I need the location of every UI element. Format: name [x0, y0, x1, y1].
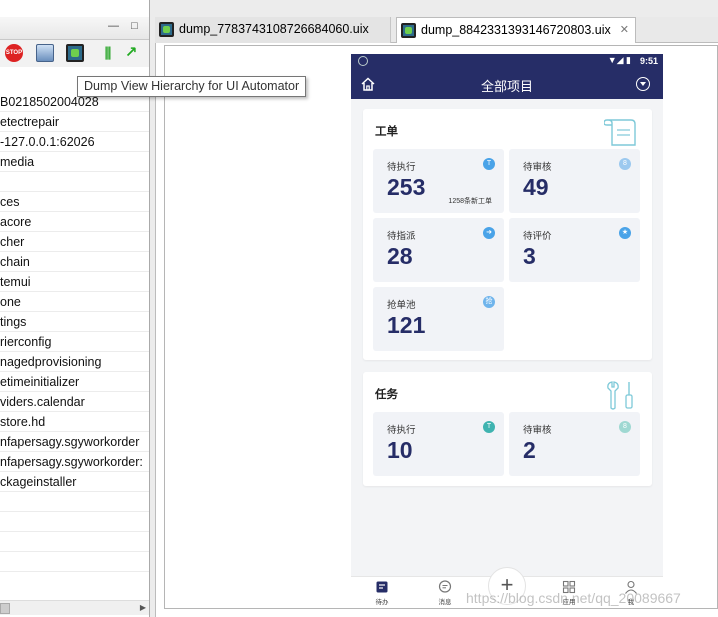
tab-label: dump_8842331393146720803.uix: [421, 23, 611, 37]
stat-card[interactable]: 待执行 253 T 1258条新工单: [373, 149, 504, 213]
maximize-button[interactable]: □: [129, 21, 140, 32]
card-label: 待评价: [523, 231, 552, 242]
card-value: 10: [387, 437, 413, 463]
nav-label: 待办: [375, 599, 389, 606]
uix-file-icon: [159, 22, 174, 37]
arrow-trend-icon[interactable]: ↗: [122, 44, 140, 62]
card-label: 待指派: [387, 231, 416, 242]
card-badge-icon: ➜: [483, 227, 495, 239]
stat-card[interactable]: 抢单池 121 抢: [373, 287, 504, 351]
tree-row[interactable]: viders.calendar: [0, 392, 149, 412]
status-time: 9:51: [639, 56, 658, 66]
tab-label: dump_7783743108726684060.uix: [179, 22, 369, 36]
message-icon: [438, 580, 452, 593]
status-bar: ▼◢ ▮ 9:51: [351, 54, 663, 69]
stat-card[interactable]: 待指派 28 ➜: [373, 218, 504, 282]
tree-row[interactable]: tings: [0, 312, 149, 332]
tree-row[interactable]: media: [0, 152, 149, 172]
device-process-list: B0218502004028 etectrepair -127.0.0.1:6202…: [0, 92, 149, 572]
stat-card[interactable]: 待审核 2 8: [509, 412, 640, 476]
stat-card[interactable]: 待审核 49 8: [509, 149, 640, 213]
stat-card[interactable]: 待执行 10 T: [373, 412, 504, 476]
card-value: 49: [523, 174, 549, 200]
close-icon[interactable]: ✕: [620, 18, 629, 43]
card-value: 253: [387, 174, 426, 200]
tree-row[interactable]: -127.0.0.1:62026: [0, 132, 149, 152]
tree-row[interactable]: cher: [0, 232, 149, 252]
horizontal-scrollbar[interactable]: ▶: [0, 600, 149, 615]
tree-row[interactable]: etimeinitializer: [0, 372, 149, 392]
tree-row[interactable]: store.hd: [0, 412, 149, 432]
nav-item-todo[interactable]: 待办: [362, 580, 402, 606]
card-badge-icon: 抢: [483, 296, 495, 308]
card-badge-icon: T: [483, 158, 495, 170]
panel-tab-strip: [0, 17, 149, 40]
tree-row[interactable]: temui: [0, 272, 149, 292]
notification-icon: [358, 56, 368, 66]
dump-hierarchy-icon[interactable]: [66, 44, 84, 62]
screenshot-camera-icon[interactable]: [36, 44, 54, 62]
task-section: 任务 待执行 10 T 待审核 2 8: [363, 372, 652, 486]
tools-icon: [607, 381, 633, 410]
nav-item-messages[interactable]: 消息: [425, 580, 465, 606]
tree-row[interactable]: [0, 172, 149, 192]
page-title: 全部项目: [480, 79, 533, 94]
workorder-section: 工单 待执行 253 T 1258条新工单 待审核 49 8 待指派 28 ➜ 待评价 3 ★ 抢单池 12…: [363, 109, 652, 360]
section-title: 工单: [375, 126, 398, 138]
tab-dump-2[interactable]: dump_8842331393146720803.uix ✕: [396, 17, 636, 44]
tree-row[interactable]: rierconfig: [0, 332, 149, 352]
tree-row[interactable]: etectrepair: [0, 112, 149, 132]
stat-card[interactable]: 待评价 3 ★: [509, 218, 640, 282]
tree-row[interactable]: one: [0, 292, 149, 312]
scrollbar-thumb[interactable]: [0, 603, 10, 614]
chevron-down-icon[interactable]: [636, 77, 650, 91]
device-screenshot[interactable]: ▼◢ ▮ 9:51 全部项目 工单 待执行 253 T 1258条新工单 待审核 49 8 待…: [351, 54, 663, 607]
card-badge-icon: 8: [619, 158, 631, 170]
card-value: 3: [523, 243, 536, 269]
card-badge-icon: T: [483, 421, 495, 433]
minimize-button[interactable]: —: [108, 21, 119, 32]
editor-tab-bar: dump_7783743108726684060.uix dump_884233…: [155, 17, 718, 44]
todo-icon: [376, 581, 388, 593]
card-value: 28: [387, 243, 413, 269]
card-label: 待执行: [387, 162, 416, 173]
watermark: https://blog.csdn.net/qq_20089667: [466, 590, 681, 606]
card-note: 1258条新工单: [448, 198, 492, 205]
signal-battery-icon: ▼◢ ▮: [607, 55, 631, 65]
tree-view-icon[interactable]: ⫼: [99, 44, 117, 62]
scroll-right-arrow-icon[interactable]: ▶: [140, 603, 146, 612]
tree-row[interactable]: [0, 492, 149, 512]
tree-row[interactable]: [0, 532, 149, 552]
card-label: 待执行: [387, 425, 416, 436]
section-title: 任务: [375, 389, 398, 401]
card-label: 待审核: [523, 425, 552, 436]
card-value: 2: [523, 437, 536, 463]
card-label: 待审核: [523, 162, 552, 173]
card-badge-icon: 8: [619, 421, 631, 433]
tree-row[interactable]: [0, 552, 149, 572]
tree-row[interactable]: nagedprovisioning: [0, 352, 149, 372]
tree-row[interactable]: chain: [0, 252, 149, 272]
tree-row[interactable]: [0, 512, 149, 532]
nav-label: 消息: [438, 599, 452, 606]
tab-dump-1[interactable]: dump_7783743108726684060.uix: [155, 17, 391, 43]
app-header: 全部项目: [351, 69, 663, 99]
card-label: 抢单池: [387, 300, 416, 311]
stop-icon[interactable]: STOP: [5, 44, 23, 62]
tree-row[interactable]: ces: [0, 192, 149, 212]
tree-row[interactable]: nfapersagy.sgyworkorder: [0, 432, 149, 452]
tree-row[interactable]: ckageinstaller: [0, 472, 149, 492]
tooltip: Dump View Hierarchy for UI Automator: [77, 76, 307, 97]
document-icon: [604, 119, 636, 146]
card-value: 121: [387, 312, 426, 338]
card-badge-icon: ★: [619, 227, 631, 239]
uix-file-icon: [401, 23, 416, 38]
tree-row[interactable]: acore: [0, 212, 149, 232]
tree-row[interactable]: nfapersagy.sgyworkorder:: [0, 452, 149, 472]
